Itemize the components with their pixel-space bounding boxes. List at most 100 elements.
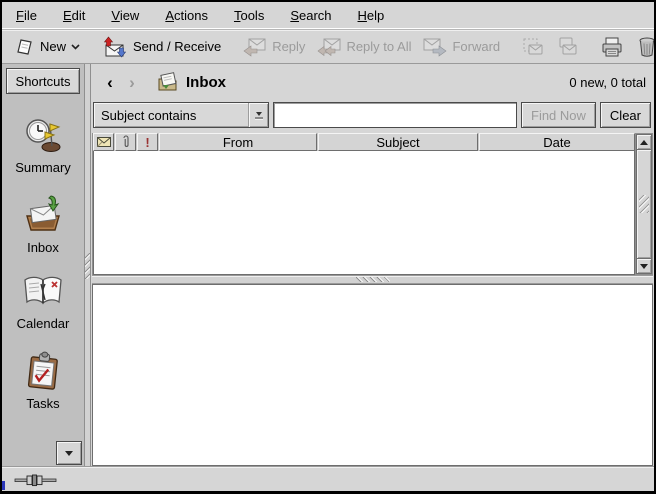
sidebar-splitter[interactable] xyxy=(84,64,91,467)
sidebar-item-inbox[interactable]: Inbox xyxy=(2,184,84,264)
folder-message-count: 0 new, 0 total xyxy=(569,75,646,90)
message-table: ! From Subject Date xyxy=(92,133,635,275)
send-receive-button[interactable]: Send / Receive xyxy=(96,32,227,62)
folder-title: Inbox xyxy=(186,74,226,91)
menu-view[interactable]: View xyxy=(111,8,139,23)
print-button[interactable] xyxy=(594,32,630,62)
menubar: File Edit View Actions Tools Search Help xyxy=(2,2,654,29)
reply-to-all-button[interactable]: Reply to All xyxy=(311,33,417,61)
send-receive-icon xyxy=(102,36,128,58)
preview-pane[interactable] xyxy=(92,284,653,466)
menu-help[interactable]: Help xyxy=(358,8,385,23)
menu-file[interactable]: File xyxy=(16,8,37,23)
message-status-icon xyxy=(97,137,111,147)
column-header-date-label: Date xyxy=(543,135,570,150)
copy-to-folder-button[interactable] xyxy=(550,33,584,61)
sidebar-item-calendar-label: Calendar xyxy=(17,316,70,331)
message-list-body[interactable] xyxy=(93,151,635,275)
arrow-up-icon xyxy=(640,140,648,145)
folder-header: ‹ › Inbox 0 new, 0 total xyxy=(91,64,654,101)
forward-nav-button[interactable]: › xyxy=(121,72,143,94)
shortcut-list: Summary Inbox xyxy=(2,106,84,420)
search-input[interactable] xyxy=(273,102,517,128)
statusbar xyxy=(2,467,654,491)
scroll-down-button[interactable] xyxy=(636,258,652,274)
sidebar-scroll-down-button[interactable] xyxy=(56,441,82,465)
message-list-column-headers: ! From Subject Date xyxy=(93,133,635,151)
folder-icon xyxy=(157,72,180,93)
splitter-grip xyxy=(356,277,390,282)
forward-label: Forward xyxy=(452,39,500,54)
back-button[interactable]: ‹ xyxy=(99,72,121,94)
column-header-from-label: From xyxy=(223,135,253,150)
inbox-icon xyxy=(21,194,65,234)
scrollbar-thumb-grip xyxy=(639,195,649,213)
search-bar: Subject contains Find Now Clear xyxy=(91,101,654,133)
sidebar-item-tasks[interactable]: Tasks xyxy=(2,340,84,420)
offline-plug-icon[interactable] xyxy=(14,473,64,487)
summary-icon xyxy=(23,116,63,154)
reply-all-icon xyxy=(317,37,341,57)
send-receive-label: Send / Receive xyxy=(133,39,221,54)
search-criteria-value: Subject contains xyxy=(94,108,248,123)
menu-tools[interactable]: Tools xyxy=(234,8,264,23)
new-button[interactable]: New xyxy=(10,33,86,61)
calendar-icon xyxy=(21,274,65,310)
find-now-label: Find Now xyxy=(531,108,586,123)
message-list-scrollbar[interactable] xyxy=(635,133,653,275)
new-message-icon xyxy=(16,37,35,57)
column-header-subject-label: Subject xyxy=(376,135,419,150)
reply-button[interactable]: Reply xyxy=(237,33,311,61)
forward-icon xyxy=(423,37,447,57)
shortcuts-group-button[interactable]: Shortcuts xyxy=(6,68,80,94)
clear-label: Clear xyxy=(610,108,641,123)
new-button-label: New xyxy=(40,39,66,54)
main-area: Shortcuts xyxy=(2,64,654,467)
shortcuts-group-label: Shortcuts xyxy=(16,74,71,89)
move-to-folder-button[interactable] xyxy=(516,33,550,61)
column-header-priority[interactable]: ! xyxy=(137,133,158,151)
column-header-subject[interactable]: Subject xyxy=(318,133,478,151)
search-criteria-dropdown[interactable]: Subject contains xyxy=(93,102,269,128)
sidebar-item-summary-label: Summary xyxy=(15,160,71,175)
chevron-right-icon: › xyxy=(129,74,135,91)
clear-button[interactable]: Clear xyxy=(600,102,651,128)
mail-content: ‹ › Inbox 0 new, 0 total xyxy=(91,64,654,467)
tasks-icon xyxy=(22,350,64,390)
column-header-from[interactable]: From xyxy=(159,133,317,151)
priority-icon: ! xyxy=(145,135,149,150)
move-to-folder-icon xyxy=(522,37,544,57)
reply-label: Reply xyxy=(272,39,305,54)
trash-icon xyxy=(636,36,656,58)
reply-to-all-label: Reply to All xyxy=(346,39,411,54)
arrow-down-icon xyxy=(640,264,648,269)
sidebar-item-inbox-label: Inbox xyxy=(27,240,59,255)
print-icon xyxy=(600,36,624,58)
chevron-left-icon: ‹ xyxy=(107,74,113,91)
column-header-attachment[interactable] xyxy=(115,133,136,151)
scroll-up-button[interactable] xyxy=(636,134,652,150)
chevron-down-icon xyxy=(65,451,73,456)
message-list: ! From Subject Date xyxy=(91,133,654,275)
dropdown-indicator-icon xyxy=(248,103,268,127)
sidebar-item-tasks-label: Tasks xyxy=(26,396,59,411)
reply-icon xyxy=(243,37,267,57)
preview-splitter[interactable] xyxy=(92,275,653,284)
column-header-status[interactable] xyxy=(93,133,114,151)
scrollbar-thumb[interactable] xyxy=(636,150,652,258)
forward-button[interactable]: Forward xyxy=(417,33,506,61)
menu-edit[interactable]: Edit xyxy=(63,8,85,23)
copy-to-folder-icon xyxy=(556,37,578,57)
sidebar-item-summary[interactable]: Summary xyxy=(2,106,84,184)
shortcuts-sidebar: Shortcuts xyxy=(2,64,84,467)
find-now-button[interactable]: Find Now xyxy=(521,102,596,128)
sidebar-item-calendar[interactable]: Calendar xyxy=(2,264,84,340)
chevron-down-icon xyxy=(71,44,80,50)
delete-button[interactable] xyxy=(630,32,656,62)
splitter-grip xyxy=(85,253,90,279)
column-header-date[interactable]: Date xyxy=(479,133,635,151)
evolution-window: File Edit View Actions Tools Search Help… xyxy=(0,0,656,494)
menu-search[interactable]: Search xyxy=(290,8,331,23)
menu-actions[interactable]: Actions xyxy=(165,8,208,23)
toolbar: New Send / Receive xyxy=(2,29,654,64)
